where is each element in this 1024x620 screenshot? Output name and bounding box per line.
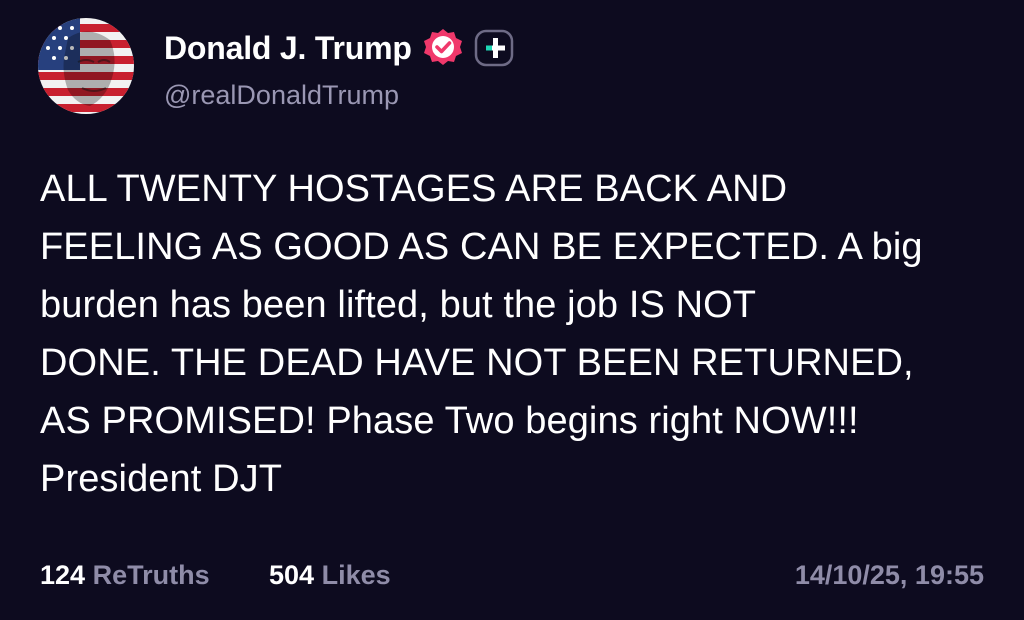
- post-text-line: AS PROMISED! Phase Two begins right NOW!…: [40, 400, 859, 442]
- post-footer: 124 ReTruths 504 Likes 14/10/25, 19:55: [40, 556, 984, 598]
- post-text-line: FEELING AS GOOD AS CAN BE EXPECTED. A bi…: [40, 226, 923, 268]
- post-text-line: DONE. THE DEAD HAVE NOT BEEN RETURNED,: [40, 342, 914, 384]
- likes-count: 504: [269, 560, 315, 590]
- author-handle[interactable]: @realDonaldTrump: [164, 80, 399, 111]
- post-timestamp: 14/10/25, 19:55: [794, 560, 984, 590]
- post-text-line: ALL TWENTY HOSTAGES ARE BACK AND: [40, 168, 788, 210]
- retruths-label: ReTruths: [92, 560, 210, 590]
- author-header: Donald J. Trump: [164, 26, 514, 70]
- author-avatar[interactable]: [38, 18, 134, 114]
- retruths-count: 124: [40, 560, 86, 590]
- likes-label: Likes: [321, 560, 391, 590]
- post-text: ALL TWENTY HOSTAGES ARE BACK AND FEELING…: [40, 160, 990, 508]
- post-text-line: President DJT: [40, 458, 283, 500]
- avatar-flag-portrait-icon: [38, 18, 134, 114]
- post-text-line: burden has been lifted, but the job IS N…: [40, 284, 757, 326]
- plus-badge-icon[interactable]: [474, 29, 514, 67]
- likes-stat[interactable]: 504 Likes: [269, 560, 391, 591]
- truth-post: Donald J. Trump @realDonaldTrump ALL TWE…: [0, 0, 1024, 620]
- author-display-name[interactable]: Donald J. Trump: [164, 30, 412, 67]
- verified-badge-icon: [422, 27, 464, 69]
- retruths-stat[interactable]: 124 ReTruths: [40, 560, 210, 591]
